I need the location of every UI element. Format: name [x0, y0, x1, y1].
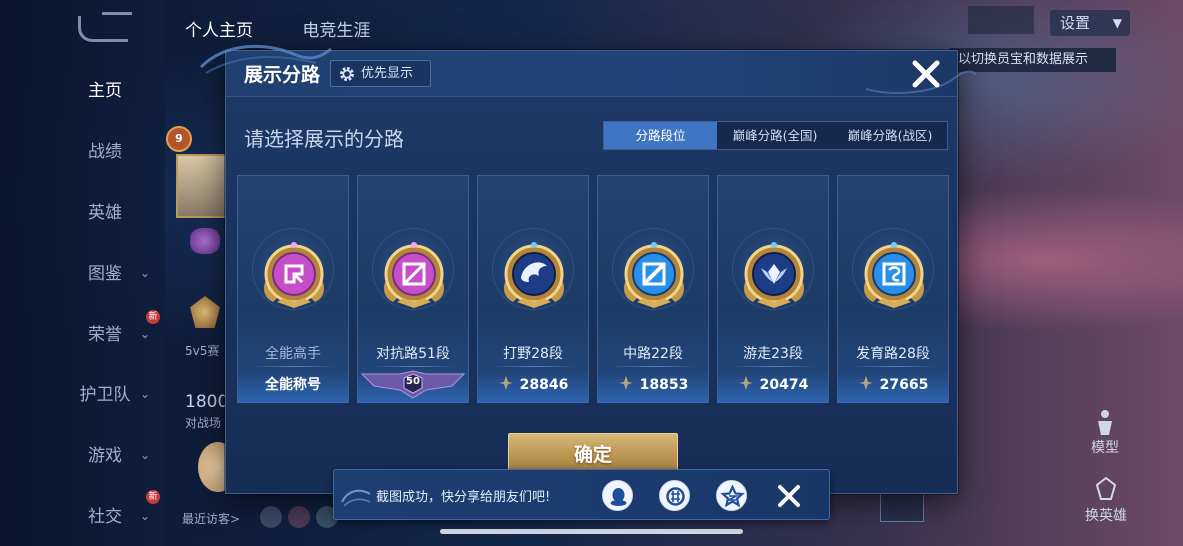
tab-lane-rank[interactable]: 分路段位 — [604, 122, 717, 149]
card-name: 游走23段 — [743, 346, 803, 362]
nav-item-home[interactable]: 主页 — [55, 76, 155, 106]
star-count: 50 — [406, 376, 420, 387]
qzone-icon[interactable] — [716, 480, 747, 511]
avatar[interactable] — [176, 154, 228, 218]
tab-peak-national[interactable]: 巅峰分路(全国) — [717, 122, 833, 149]
swap-hero-button[interactable]: 换英雄 — [1076, 475, 1136, 525]
settings-button[interactable]: 设置 ▼ — [1050, 10, 1130, 36]
mode-label: 5v5赛 — [185, 344, 220, 358]
model-button[interactable]: 模型 — [1076, 405, 1134, 463]
card-divider — [252, 366, 336, 367]
card-divider — [492, 366, 576, 367]
top-hint-box — [968, 6, 1034, 34]
priority-display-button[interactable]: 优先显示 — [330, 60, 431, 87]
card-footer: 28846 — [478, 370, 588, 403]
chevron-down-icon: ⌄ — [140, 266, 151, 280]
swap-icon — [1095, 477, 1117, 500]
qq-icon[interactable] — [602, 480, 633, 511]
toast-message: 截图成功，快分享给朋友们吧! — [376, 490, 551, 505]
chevron-down-icon: ⌄ — [140, 509, 151, 523]
skin-icon — [190, 228, 220, 254]
lane-card-all-round[interactable]: 全能高手 全能称号 — [237, 175, 349, 403]
mid-lane-medal-icon — [624, 242, 684, 308]
back-icon[interactable] — [78, 12, 132, 42]
dialog-subtitle: 请选择展示的分路 — [244, 127, 404, 151]
dialog-header: 展示分路 优先显示 — [199, 44, 976, 97]
visitor-avatar[interactable] — [288, 506, 310, 528]
recent-visitors-bar: 最近访客> — [170, 500, 340, 534]
close-icon[interactable] — [909, 57, 943, 91]
card-divider — [732, 366, 816, 367]
chevron-down-icon: ⌄ — [140, 448, 151, 462]
nav-item-records[interactable]: 战绩 — [55, 137, 155, 167]
card-name: 打野28段 — [503, 346, 563, 362]
card-footer: 50 — [358, 370, 468, 403]
farm-lane-medal-icon — [864, 242, 924, 308]
clash-lane-medal-icon — [384, 242, 444, 308]
score-text: 1800 — [185, 392, 229, 412]
dialog-title: 展示分路 — [244, 64, 321, 86]
tab-peak-region[interactable]: 巅峰分路(战区) — [833, 122, 947, 149]
wechat-icon[interactable] — [659, 480, 690, 511]
profile-background-column: 9 5v5赛 1800 对战场 — [166, 120, 238, 540]
card-divider — [852, 366, 936, 367]
gear-icon — [340, 67, 354, 81]
card-footer: 20474 — [718, 370, 828, 403]
lane-tabs: 分路段位 巅峰分路(全国) 巅峰分路(战区) — [603, 121, 948, 150]
jungle-medal-icon — [504, 242, 564, 308]
priority-display-label: 优先显示 — [361, 66, 414, 81]
lane-display-dialog: 展示分路 优先显示 请选择展示的分路 分路段位 巅峰分路(全国) 巅峰分路(战区… — [199, 44, 976, 494]
model-label: 模型 — [1091, 440, 1119, 456]
lane-card-farm[interactable]: 发育路28段 27665 — [837, 175, 949, 403]
swap-hero-label: 换英雄 — [1085, 508, 1127, 524]
all-round-medal-icon — [264, 242, 324, 308]
nav-item-heroes[interactable]: 英雄 — [55, 198, 155, 228]
visitor-avatar[interactable] — [260, 506, 282, 528]
card-footer: 全能称号 — [238, 370, 348, 403]
lane-card-roam[interactable]: 游走23段 20474 — [717, 175, 829, 403]
lane-card-clash[interactable]: 对抗路51段 50 — [357, 175, 469, 403]
card-name: 发育路28段 — [856, 346, 930, 362]
decorative-swirl-icon — [341, 489, 371, 507]
all-round-title-label: 全能称号 — [265, 377, 321, 393]
settings-label: 设置 — [1060, 14, 1091, 32]
home-indicator[interactable] — [440, 529, 743, 534]
lane-card-mid[interactable]: 中路22段 18853 — [597, 175, 709, 403]
rank-points: 20474 — [759, 377, 809, 393]
card-name: 全能高手 — [265, 346, 321, 362]
rank-crest-icon — [190, 296, 220, 328]
recent-visitors-link[interactable]: 最近访客> — [182, 510, 240, 527]
close-icon[interactable] — [775, 482, 803, 510]
rank-points: 27665 — [879, 377, 929, 393]
rank-points: 28846 — [519, 377, 569, 393]
rank-points: 18853 — [639, 377, 689, 393]
screenshot-toast: 截图成功，快分享给朋友们吧! — [333, 469, 830, 520]
card-footer: 27665 — [838, 370, 948, 403]
roam-medal-icon — [744, 242, 804, 308]
card-divider — [372, 366, 456, 367]
chevron-down-icon: ⌄ — [140, 327, 151, 341]
card-name: 对抗路51段 — [376, 346, 450, 362]
figure-icon — [1098, 410, 1112, 435]
score-subtext: 对战场 — [185, 416, 222, 430]
card-footer: 18853 — [598, 370, 708, 403]
chevron-down-icon: ⌄ — [140, 387, 151, 401]
left-nav: 主页 战绩 英雄 图鉴 ⌄ 荣誉 ⌄ 新 护卫队 ⌄ 游戏 ⌄ 社交 ⌄ 新 — [0, 0, 165, 546]
lane-card-jungle[interactable]: 打野28段 28846 — [477, 175, 589, 403]
new-badge: 新 — [146, 310, 160, 324]
card-name: 中路22段 — [623, 346, 683, 362]
caret-down-icon: ▼ — [1112, 16, 1122, 30]
level-badge: 9 — [166, 126, 192, 152]
card-divider — [612, 366, 696, 367]
new-badge: 新 — [146, 490, 160, 504]
